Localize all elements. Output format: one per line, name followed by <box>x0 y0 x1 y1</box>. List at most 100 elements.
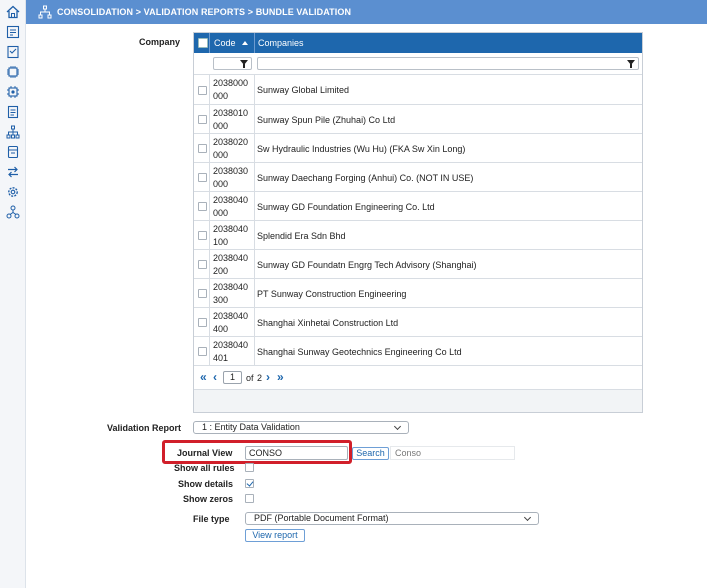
prev-page-icon[interactable]: ‹ <box>213 371 217 383</box>
show-details-checkbox[interactable] <box>245 479 254 488</box>
row-code: 2038040 200 <box>213 252 255 278</box>
table-row[interactable]: 2038030 000 Sunway Daechang Forging (Anhui… <box>194 163 642 192</box>
row-code-line1: 2038020 <box>213 137 249 147</box>
grid-header: Code Companies <box>194 33 642 53</box>
row-checkbox[interactable] <box>198 86 207 95</box>
column-divider <box>209 163 210 191</box>
row-checkbox[interactable] <box>198 347 207 356</box>
column-divider <box>209 337 210 365</box>
chevron-down-icon <box>393 422 402 431</box>
row-company-name: Shanghai Xinhetai Construction Ltd <box>257 318 399 328</box>
total-pages: 2 <box>257 373 263 383</box>
select-all-checkbox[interactable] <box>198 38 208 48</box>
chip-settings-icon[interactable] <box>6 85 20 99</box>
row-company-name: Sw Hydraulic Industries (Wu Hu) (FKA Sw … <box>257 144 466 154</box>
table-row[interactable]: 2038040 400 Shanghai Xinhetai Construction… <box>194 308 642 337</box>
row-code-line1: 2038040 <box>213 311 249 321</box>
table-row[interactable]: 2038040 000 Sunway GD Foundation Engineeri… <box>194 192 642 221</box>
table-row[interactable]: 2038040 100 Splendid Era Sdn Bhd <box>194 221 642 250</box>
file-type-select[interactable]: PDF (Portable Document Format) <box>245 512 539 525</box>
first-page-icon[interactable]: « <box>200 371 207 383</box>
row-company-name: Sunway GD Foundatn Engrg Tech Advisory (… <box>257 260 477 270</box>
file-type-label: File type <box>193 514 230 524</box>
breadcrumb: CONSOLIDATION > VALIDATION REPORTS > BUN… <box>57 7 352 17</box>
sort-ascending-icon[interactable] <box>242 41 248 45</box>
view-report-button[interactable]: View report <box>245 529 305 542</box>
journal-view-result: Conso <box>390 446 515 460</box>
table-row[interactable]: 2038000 000 Sunway Global Limited <box>194 75 642 105</box>
highlight-box <box>162 440 352 464</box>
row-checkbox[interactable] <box>198 318 207 327</box>
companies-filter[interactable] <box>257 57 639 70</box>
row-code-line1: 2038040 <box>213 195 249 205</box>
show-zeros-label: Show zeros <box>183 494 234 504</box>
show-zeros-checkbox[interactable] <box>245 494 254 503</box>
last-page-icon[interactable]: » <box>277 371 284 383</box>
row-code-line2: 000 <box>213 91 229 101</box>
row-checkbox[interactable] <box>198 202 207 211</box>
settings-icon[interactable] <box>6 185 20 199</box>
row-code: 2038040 000 <box>213 194 255 220</box>
home-icon[interactable] <box>6 5 20 19</box>
row-checkbox[interactable] <box>198 173 207 182</box>
row-company-name: Sunway Global Limited <box>257 85 350 95</box>
row-code: 2038040 100 <box>213 223 255 249</box>
company-label: Company <box>139 37 181 47</box>
show-all-rules-label: Show all rules <box>174 463 235 473</box>
row-code: 2038020 000 <box>213 136 255 162</box>
validation-report-value: 1 : Entity Data Validation <box>202 422 300 432</box>
column-divider <box>209 33 210 53</box>
row-checkbox[interactable] <box>198 260 207 269</box>
page-of-label: of <box>246 373 254 383</box>
column-divider <box>209 75 210 104</box>
table-row[interactable]: 2038020 000 Sw Hydraulic Industries (Wu Hu… <box>194 134 642 163</box>
consolidation-icon[interactable] <box>6 25 20 39</box>
row-code-line2: 000 <box>213 121 229 131</box>
row-code-line2: 000 <box>213 208 229 218</box>
row-code: 2038030 000 <box>213 165 255 191</box>
column-divider <box>209 105 210 133</box>
row-checkbox[interactable] <box>198 144 207 153</box>
filter-row <box>194 53 642 75</box>
filter-icon[interactable] <box>240 60 248 68</box>
row-checkbox[interactable] <box>198 115 207 124</box>
row-code-line2: 000 <box>213 179 229 189</box>
row-company-name: Shanghai Sunway Geotechnics Engineering … <box>257 347 462 357</box>
chevron-down-icon <box>523 513 532 522</box>
transfer-icon[interactable] <box>6 165 20 179</box>
hierarchy-icon[interactable] <box>6 125 20 139</box>
pager: « ‹ 1 of 2 › » <box>194 366 642 390</box>
row-code: 2038010 000 <box>213 107 255 133</box>
table-row[interactable]: 2038010 000 Sunway Spun Pile (Zhuhai) Co L… <box>194 105 642 134</box>
breadcrumb-bar: CONSOLIDATION > VALIDATION REPORTS > BUN… <box>26 0 707 24</box>
checklist-icon[interactable] <box>6 45 20 59</box>
show-details-label: Show details <box>178 479 234 489</box>
filter-icon[interactable] <box>627 60 635 68</box>
code-column-header[interactable]: Code <box>214 33 236 53</box>
page-number-input[interactable]: 1 <box>223 371 242 384</box>
search-button[interactable]: Search <box>352 447 389 460</box>
validation-report-select[interactable]: 1 : Entity Data Validation <box>193 421 409 434</box>
column-divider <box>209 192 210 220</box>
horizontal-scrollbar[interactable] <box>194 390 642 412</box>
row-code-line2: 100 <box>213 237 229 247</box>
next-page-icon[interactable]: › <box>266 371 270 383</box>
row-checkbox[interactable] <box>198 231 207 240</box>
row-code: 2038040 300 <box>213 281 255 307</box>
companies-column-header[interactable]: Companies <box>258 33 304 53</box>
code-filter[interactable] <box>213 57 252 70</box>
row-checkbox[interactable] <box>198 289 207 298</box>
workflow-icon[interactable] <box>6 205 20 219</box>
column-divider <box>209 279 210 307</box>
report-icon[interactable] <box>6 105 20 119</box>
row-code-line1: 2038040 <box>213 282 249 292</box>
table-row[interactable]: 2038040 401 Shanghai Sunway Geotechnics En… <box>194 337 642 366</box>
column-divider <box>209 134 210 162</box>
row-code-line1: 2038040 <box>213 253 249 263</box>
table-row[interactable]: 2038040 300 PT Sunway Construction Enginee… <box>194 279 642 308</box>
row-company-name: Splendid Era Sdn Bhd <box>257 231 346 241</box>
show-all-rules-checkbox[interactable] <box>245 463 254 472</box>
chip-icon[interactable] <box>6 65 20 79</box>
journal-icon[interactable] <box>6 145 20 159</box>
table-row[interactable]: 2038040 200 Sunway GD Foundatn Engrg Tech … <box>194 250 642 279</box>
